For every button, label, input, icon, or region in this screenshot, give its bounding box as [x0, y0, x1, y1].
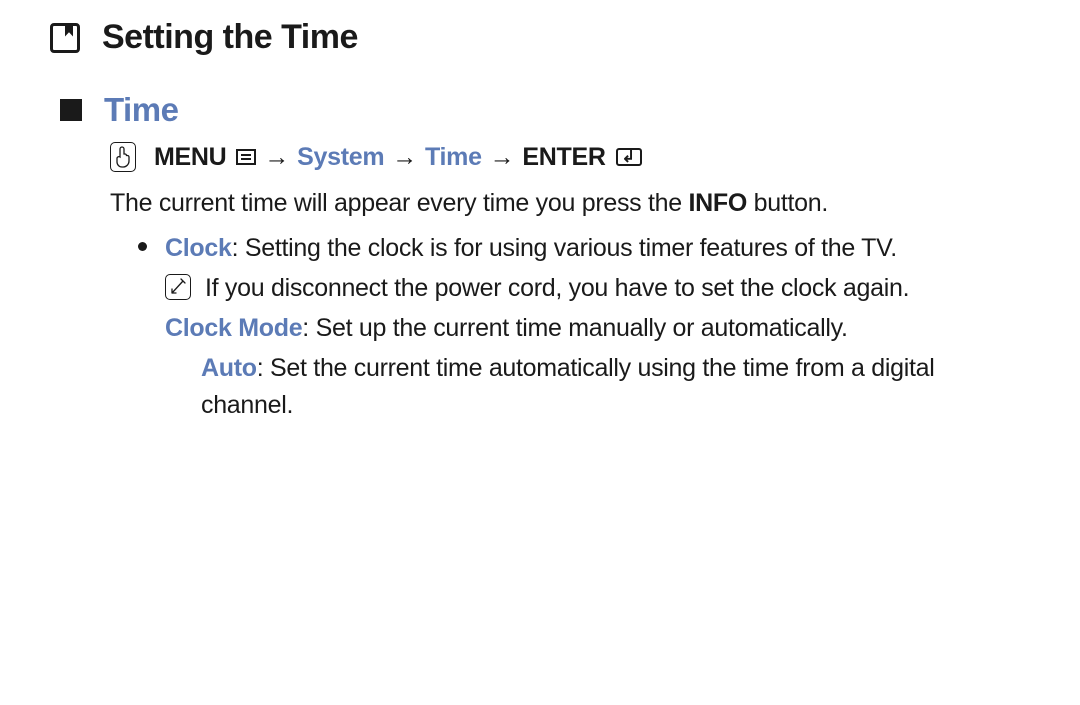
- clock-auto-term: Auto: [201, 354, 257, 382]
- intro-text: The current time will appear every time …: [110, 185, 1030, 221]
- menu-path: MENU → System → Time → ENTER: [110, 139, 1030, 175]
- section-body: MENU → System → Time → ENTER The current…: [110, 139, 1030, 423]
- clock-mode-term: Clock Mode: [165, 314, 302, 342]
- crumb-time: Time: [425, 139, 482, 175]
- page-heading-row: Setting the Time: [50, 18, 1030, 57]
- bookmark-icon: [50, 23, 80, 53]
- clock-desc: : Setting the clock is for using various…: [232, 234, 897, 262]
- intro-post: button.: [747, 189, 828, 217]
- menu-label: MENU: [154, 139, 226, 175]
- arrow-icon: →: [264, 139, 289, 175]
- clock-term: Clock: [165, 234, 232, 262]
- remote-icon: [110, 142, 136, 172]
- clock-mode-line: Clock Mode: Set up the current time manu…: [165, 310, 1030, 346]
- enter-label: ENTER: [522, 139, 605, 175]
- intro-pre: The current time will appear every time …: [110, 189, 689, 217]
- intro-bold: INFO: [689, 189, 748, 217]
- clock-auto-desc: : Set the current time automatically usi…: [201, 354, 934, 418]
- clock-line: Clock: Setting the clock is for using va…: [165, 230, 1030, 266]
- enter-icon: [616, 148, 642, 166]
- arrow-icon: →: [392, 139, 417, 175]
- clock-auto-line: Auto: Set the current time automatically…: [201, 350, 1030, 423]
- section-heading: Time: [104, 91, 178, 129]
- bullet-icon: [138, 242, 147, 251]
- page: Setting the Time Time MENU → System → Ti…: [0, 0, 1080, 423]
- section-heading-row: Time: [60, 91, 1030, 129]
- note-icon: [165, 274, 191, 300]
- crumb-system: System: [297, 139, 384, 175]
- clock-note-row: If you disconnect the power cord, you ha…: [165, 270, 1030, 306]
- clock-item: Clock: Setting the clock is for using va…: [138, 230, 1030, 423]
- clock-note: If you disconnect the power cord, you ha…: [205, 270, 1030, 306]
- clock-body: Clock: Setting the clock is for using va…: [165, 230, 1030, 423]
- menu-icon: [236, 149, 256, 165]
- arrow-icon: →: [490, 139, 515, 175]
- square-bullet-icon: [60, 99, 82, 121]
- clock-mode-desc: : Set up the current time manually or au…: [302, 314, 847, 342]
- page-heading: Setting the Time: [102, 18, 358, 57]
